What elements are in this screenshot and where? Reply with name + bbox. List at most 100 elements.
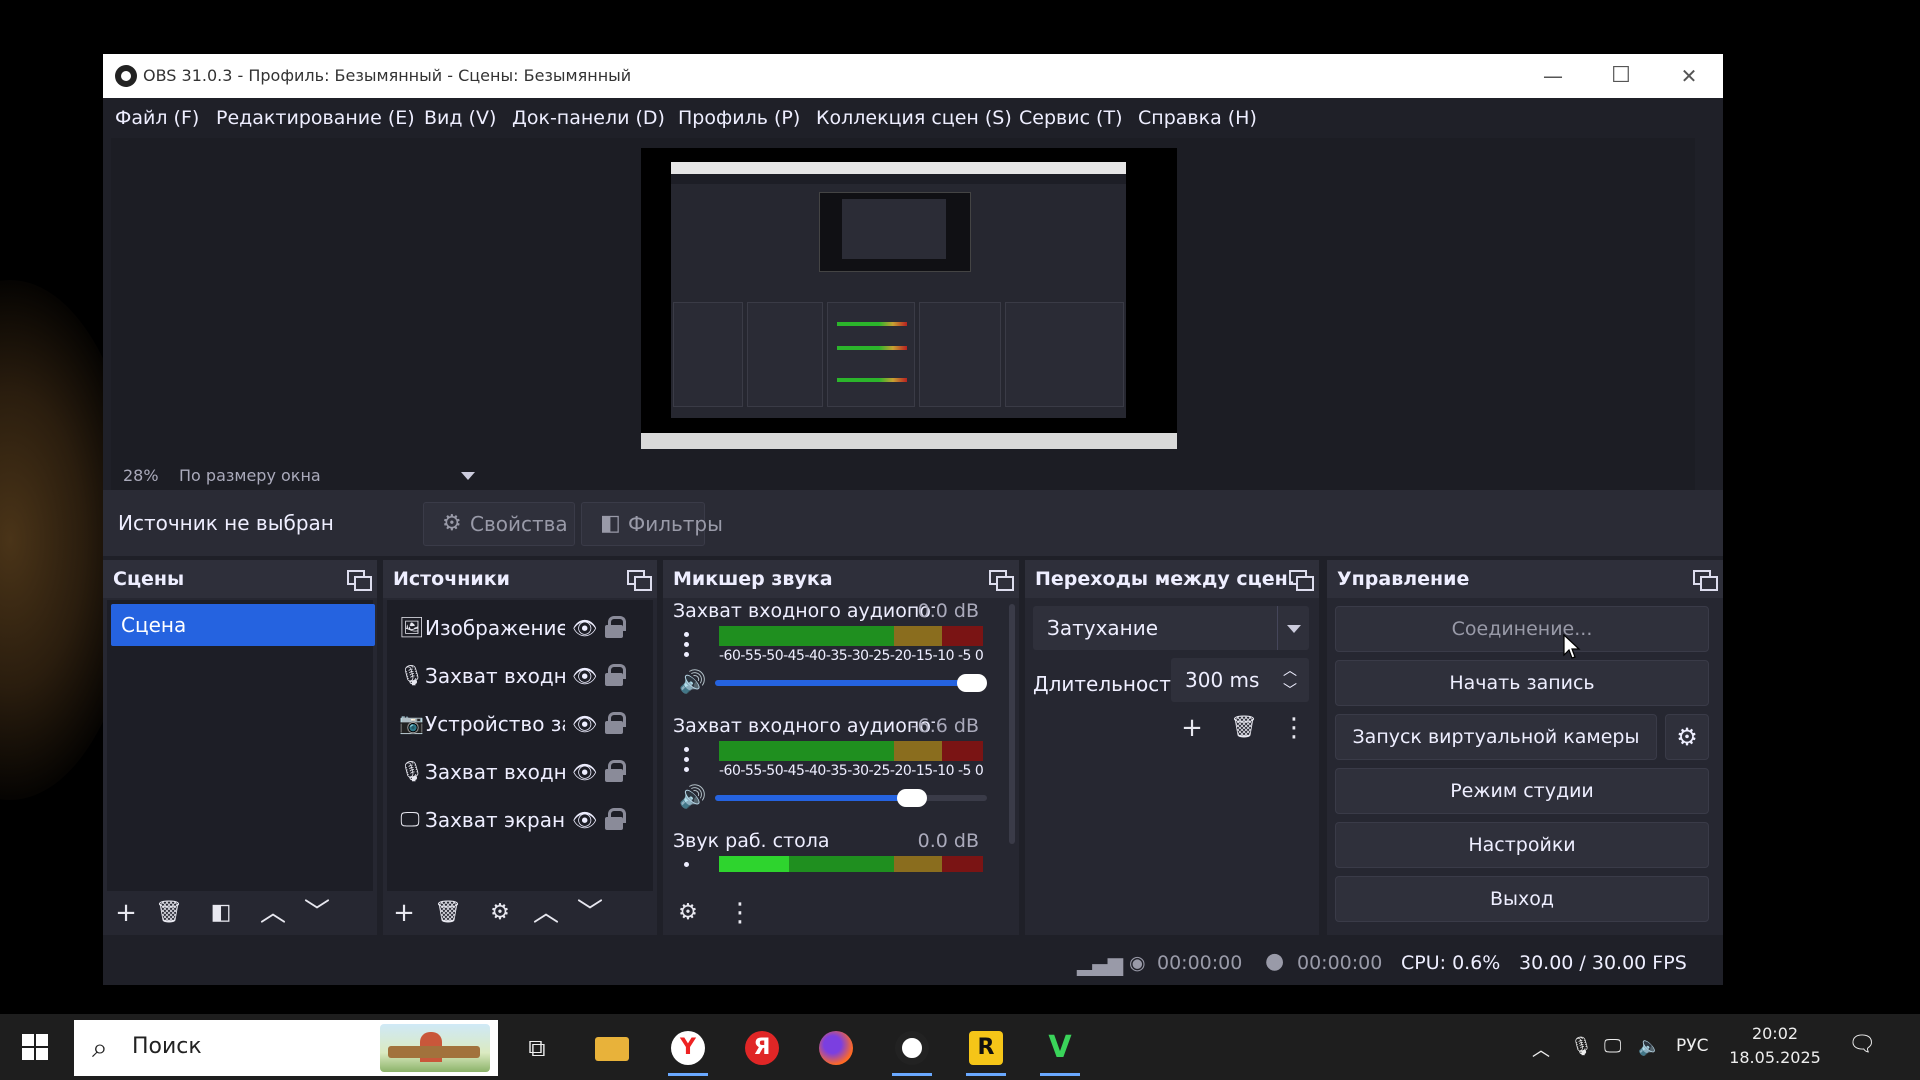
title-bar[interactable]: OBS 31.0.3 - Профиль: Безымянный - Сцены… — [103, 54, 1723, 98]
lock-icon[interactable] — [605, 664, 626, 686]
eye-icon[interactable]: 👁 — [572, 808, 597, 832]
menu-scene-collection[interactable]: Коллекция сцен (S) — [816, 107, 1012, 129]
file-explorer-icon[interactable] — [582, 1022, 642, 1076]
firefox-icon[interactable] — [806, 1022, 866, 1076]
source-item[interactable]: 📷 Устройство захвата видео 👁 — [387, 702, 653, 746]
remove-scene-button[interactable]: 🗑 — [152, 897, 186, 929]
cpu-usage: CPU: 0.6% — [1401, 952, 1501, 974]
lock-icon[interactable] — [605, 808, 626, 830]
undock-icon[interactable] — [347, 570, 372, 591]
settings-button[interactable]: Настройки — [1335, 822, 1709, 868]
menu-help[interactable]: Справка (H) — [1138, 107, 1257, 129]
move-down-button[interactable]: ﹀ — [573, 897, 607, 929]
start-recording-button[interactable]: Начать запись — [1335, 660, 1709, 706]
move-up-button[interactable]: ︿ — [529, 897, 563, 929]
yandex-browser-icon[interactable]: Y — [658, 1022, 718, 1076]
notifications-icon[interactable]: 🗨 — [1848, 1032, 1876, 1057]
kebab-menu-icon[interactable] — [681, 745, 693, 777]
language-indicator[interactable]: РУС — [1676, 1036, 1708, 1056]
move-up-button[interactable]: ︿ — [256, 897, 290, 929]
channel-db: -6.6 dB — [910, 715, 979, 737]
remove-source-button[interactable]: 🗑 — [431, 897, 465, 929]
volume-slider[interactable] — [715, 674, 987, 692]
undock-icon[interactable] — [989, 570, 1014, 591]
windows-start-icon[interactable] — [22, 1034, 48, 1060]
yandex-icon[interactable]: Я — [732, 1022, 792, 1076]
minimize-button[interactable]: — — [1519, 54, 1587, 98]
speaker-icon[interactable]: 🔊 — [679, 670, 706, 695]
menu-tools[interactable]: Сервис (T) — [1019, 107, 1122, 129]
close-button[interactable]: ✕ — [1655, 54, 1723, 98]
eye-icon[interactable]: 👁 — [572, 760, 597, 784]
rockstar-launcher-icon[interactable]: R — [956, 1022, 1016, 1076]
undock-icon[interactable] — [1693, 570, 1718, 591]
maximize-button[interactable]: ☐ — [1587, 54, 1655, 98]
mixer-settings-button[interactable]: ⚙ — [671, 897, 705, 929]
task-view-icon[interactable]: ⧉ — [507, 1022, 567, 1076]
channel-db: 0.0 dB — [917, 600, 979, 622]
scene-item[interactable]: Сцена — [111, 604, 375, 646]
lock-icon[interactable] — [605, 616, 626, 638]
mixer-scrollbar[interactable] — [1009, 604, 1015, 844]
mixer-menu-button[interactable]: ⋮ — [723, 897, 757, 929]
source-properties-button[interactable]: ⚙ — [483, 897, 517, 929]
volume-icon[interactable]: 🔈 — [1638, 1036, 1660, 1057]
start-virtual-camera-button[interactable]: Запуск виртуальной камеры — [1335, 714, 1657, 760]
source-item[interactable]: 🖵 Захват экрана 👁 — [387, 798, 653, 842]
eye-icon[interactable]: 👁 — [572, 616, 597, 640]
vpn-icon[interactable]: V — [1030, 1022, 1090, 1076]
search-highlight-illustration — [380, 1024, 490, 1072]
network-icon[interactable]: 🖵 — [1604, 1036, 1621, 1057]
move-down-button[interactable]: ﹀ — [300, 897, 334, 929]
meter-scale: -60-55-50-45-40-35-30-25-20-15-10 -5 0 — [719, 763, 984, 779]
source-item[interactable]: 🎙 Захват входного аудиопотока 👁 — [387, 750, 653, 794]
obs-icon[interactable] — [882, 1022, 942, 1076]
spin-down-icon[interactable]: ﹀ — [1283, 680, 1297, 700]
preview-taskbar — [641, 433, 1177, 449]
stream-icon: ◉ — [1129, 952, 1146, 974]
source-item[interactable]: 🎙 Захват входного аудиопотока 👁 — [387, 654, 653, 698]
duration-spinbox[interactable]: 300 ms ︿ ﹀ — [1171, 658, 1309, 702]
studio-mode-button[interactable]: Режим студии — [1335, 768, 1709, 814]
eye-icon[interactable]: 👁 — [572, 664, 597, 688]
zoom-mode-select[interactable]: По размеру окна — [179, 466, 321, 485]
connect-button[interactable]: Соединение... — [1335, 606, 1709, 652]
properties-button[interactable]: ⚙ Свойства — [423, 502, 575, 546]
undock-icon[interactable] — [1289, 570, 1314, 591]
preview-area[interactable] — [111, 138, 1695, 460]
undock-icon[interactable] — [627, 570, 652, 591]
chevron-down-icon[interactable] — [461, 472, 475, 480]
exit-button[interactable]: Выход — [1335, 876, 1709, 922]
remove-transition-button[interactable]: 🗑 — [1227, 712, 1261, 744]
menu-file[interactable]: Файл (F) — [115, 107, 199, 129]
clock[interactable]: 20:02 18.05.2025 — [1720, 1022, 1830, 1070]
mixer-channels: Захват входного аудиопотока 0.0 dB -60-5… — [663, 600, 1005, 891]
filters-button[interactable]: ◧ Фильтры — [581, 502, 723, 546]
source-name: Захват экрана — [425, 808, 565, 832]
sources-title: Источники — [393, 568, 510, 590]
kebab-menu-icon[interactable] — [681, 630, 693, 662]
spin-up-icon[interactable]: ︿ — [1283, 660, 1297, 680]
add-source-button[interactable]: + — [387, 897, 421, 929]
add-scene-button[interactable]: + — [109, 897, 143, 929]
lock-icon[interactable] — [605, 712, 626, 734]
lock-icon[interactable] — [605, 760, 626, 782]
menu-edit[interactable]: Редактирование (E) — [216, 107, 415, 129]
transition-select[interactable]: Затухание — [1033, 606, 1309, 650]
add-transition-button[interactable]: + — [1175, 712, 1209, 744]
scene-filters-button[interactable]: ◧ — [204, 897, 238, 929]
show-hidden-icons-icon[interactable]: ︿ — [1532, 1036, 1550, 1062]
transition-menu-button[interactable]: ⋮ — [1277, 712, 1311, 744]
eye-icon[interactable]: 👁 — [572, 712, 597, 736]
volume-slider[interactable] — [715, 789, 987, 807]
source-item[interactable]: 🖼 Изображение 👁 — [387, 606, 653, 650]
kebab-menu-icon[interactable] — [681, 860, 693, 872]
virtual-camera-settings-button[interactable]: ⚙ — [1665, 714, 1709, 760]
audio-mixer-dock: Микшер звука Захват входного аудиопотока… — [663, 560, 1019, 935]
speaker-icon[interactable]: 🔊 — [679, 785, 706, 810]
taskbar-search[interactable]: ⌕ Поиск — [74, 1020, 498, 1076]
menu-profile[interactable]: Профиль (P) — [678, 107, 800, 129]
menu-docks[interactable]: Док-панели (D) — [512, 107, 665, 129]
menu-view[interactable]: Вид (V) — [424, 107, 496, 129]
microphone-icon[interactable]: 🎙 — [1570, 1036, 1593, 1057]
